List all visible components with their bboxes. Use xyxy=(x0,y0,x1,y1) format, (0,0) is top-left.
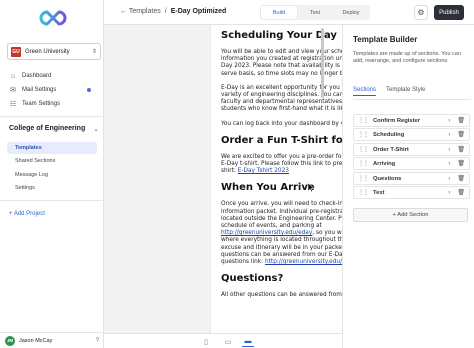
tshirt-link[interactable]: E-Day Tshirt 2023 xyxy=(238,168,289,174)
panel-title: Template Builder xyxy=(353,35,418,44)
panel-tabs: Sections Template Style xyxy=(353,87,425,96)
device-bar: ▯ ▭ ▬ xyxy=(104,333,342,348)
publish-button[interactable]: Publish xyxy=(434,5,464,20)
subnav-settings[interactable]: Settings xyxy=(7,182,97,194)
preview-scrollbar[interactable] xyxy=(321,28,324,98)
chevron-right-icon[interactable]: › xyxy=(448,147,450,153)
org-name: Green University xyxy=(25,48,70,55)
project-title: College of Engineering xyxy=(9,125,86,132)
section-label: Confirm Register xyxy=(373,117,421,124)
mail-icon: ✉ xyxy=(10,87,16,94)
org-selector[interactable]: GU Green University ⇕ xyxy=(7,43,101,60)
chevron-right-icon[interactable]: › xyxy=(448,190,450,196)
nav-dashboard[interactable]: ⌂ Dashboard xyxy=(9,70,97,82)
subnav-label: Templates xyxy=(15,145,42,151)
trash-icon[interactable]: 🗑 xyxy=(457,131,465,138)
add-project-link[interactable]: + Add Project xyxy=(9,211,45,217)
app-logo-icon[interactable] xyxy=(38,9,68,27)
tab-sections[interactable]: Sections xyxy=(353,87,377,96)
subnav-shared-sections[interactable]: Shared Sections xyxy=(7,155,97,167)
tablet-view-icon[interactable]: ▭ xyxy=(222,336,234,347)
section-label: Order T-Shirt xyxy=(373,146,409,153)
tab-template-style[interactable]: Template Style xyxy=(386,87,425,96)
section-row[interactable]: ⋮⋮ Order T-Shirt › 🗑 xyxy=(353,143,470,156)
breadcrumb: ← Templates / E-Day Optimized xyxy=(120,8,226,15)
desktop-view-icon[interactable]: ▬ xyxy=(242,336,254,347)
section-label: Scheduling xyxy=(373,131,405,138)
notification-dot xyxy=(87,88,91,92)
nav-mail-settings[interactable]: ✉ Mail Settings xyxy=(9,84,97,96)
panel-description: Templates are made up of sections. You c… xyxy=(353,51,461,64)
section-row[interactable]: ⋮⋮ Arriving › 🗑 xyxy=(353,157,470,170)
trash-icon[interactable]: 🗑 xyxy=(457,189,465,196)
chevron-right-icon[interactable]: › xyxy=(448,118,450,124)
chevron-right-icon[interactable]: › xyxy=(448,132,450,138)
sidebar-divider xyxy=(0,200,104,201)
section-row[interactable]: ⋮⋮ Text › 🗑 xyxy=(353,186,470,199)
user-bar[interactable]: JM Jason McCay ? xyxy=(0,332,104,348)
drag-handle-icon[interactable]: ⋮⋮ xyxy=(358,131,369,138)
chevron-right-icon[interactable]: › xyxy=(448,161,450,167)
trash-icon[interactable]: 🗑 xyxy=(457,117,465,124)
mode-tabs: Build Text Deploy xyxy=(260,5,370,20)
top-bar: ← Templates / E-Day Optimized Build Text… xyxy=(104,0,474,25)
sidebar-divider xyxy=(0,116,104,117)
drag-handle-icon[interactable]: ⋮⋮ xyxy=(358,189,369,196)
tabs-divider xyxy=(353,99,471,100)
trash-icon[interactable]: 🗑 xyxy=(457,146,465,153)
subnav-templates[interactable]: Templates xyxy=(7,142,97,154)
section-label: Questions xyxy=(373,175,402,182)
preview-area: Scheduling Your Day You will be able to … xyxy=(104,25,423,333)
gear-icon[interactable]: ⚙ xyxy=(414,5,428,20)
drag-handle-icon[interactable]: ⋮⋮ xyxy=(358,146,369,153)
drag-handle-icon[interactable]: ⋮⋮ xyxy=(358,175,369,182)
section-row[interactable]: ⋮⋮ Confirm Register › 🗑 xyxy=(353,114,470,127)
subnav-message-log[interactable]: Message Log xyxy=(7,169,97,181)
chevron-right-icon[interactable]: › xyxy=(448,176,450,182)
breadcrumb-templates-link[interactable]: ← Templates xyxy=(120,8,161,15)
trash-icon[interactable]: 🗑 xyxy=(457,175,465,182)
nav-label: Team Settings xyxy=(22,101,61,107)
section-label: Arriving xyxy=(373,160,396,167)
tab-build[interactable]: Build xyxy=(261,6,297,19)
mobile-view-icon[interactable]: ▯ xyxy=(200,336,212,347)
section-label: Text xyxy=(373,189,385,196)
subnav-label: Message Log xyxy=(15,172,49,178)
subnav-label: Settings xyxy=(15,185,35,191)
user-name: Jason McCay xyxy=(19,337,53,344)
eday-link[interactable]: http://greenuniversity.edu/eday xyxy=(221,230,312,236)
section-row[interactable]: ⋮⋮ Scheduling › 🗑 xyxy=(353,128,470,141)
subnav-label: Shared Sections xyxy=(15,158,56,164)
team-icon: ☷ xyxy=(9,101,17,108)
trash-icon[interactable]: 🗑 xyxy=(457,160,465,167)
tab-deploy[interactable]: Deploy xyxy=(333,6,369,19)
mouse-cursor-icon xyxy=(308,183,314,192)
home-icon: ⌂ xyxy=(10,72,16,80)
sidebar: GU Green University ⇕ ⌂ Dashboard ✉ Mail… xyxy=(0,0,104,348)
drag-handle-icon[interactable]: ⋮⋮ xyxy=(358,117,369,124)
avatar: JM xyxy=(5,335,15,346)
chevron-updown-icon: ⇕ xyxy=(91,49,97,55)
chevron-down-icon: ⌄ xyxy=(93,126,99,133)
help-icon[interactable]: ? xyxy=(96,338,99,344)
nav-label: Dashboard xyxy=(22,73,52,79)
org-badge: GU xyxy=(11,46,21,57)
nav-team-settings[interactable]: ☷ Team Settings xyxy=(9,98,97,110)
tab-text[interactable]: Text xyxy=(297,6,333,19)
breadcrumb-current: E-Day Optimized xyxy=(170,8,227,15)
project-header[interactable]: College of Engineering ⌄ xyxy=(9,125,99,133)
nav-label: Mail Settings xyxy=(22,87,57,93)
breadcrumb-separator: / xyxy=(164,8,167,15)
section-row[interactable]: ⋮⋮ Questions › 🗑 xyxy=(353,172,470,185)
template-builder-panel: Template Builder Templates are made up o… xyxy=(342,25,474,348)
drag-handle-icon[interactable]: ⋮⋮ xyxy=(358,160,369,167)
add-section-button[interactable]: + Add Section xyxy=(353,208,468,222)
